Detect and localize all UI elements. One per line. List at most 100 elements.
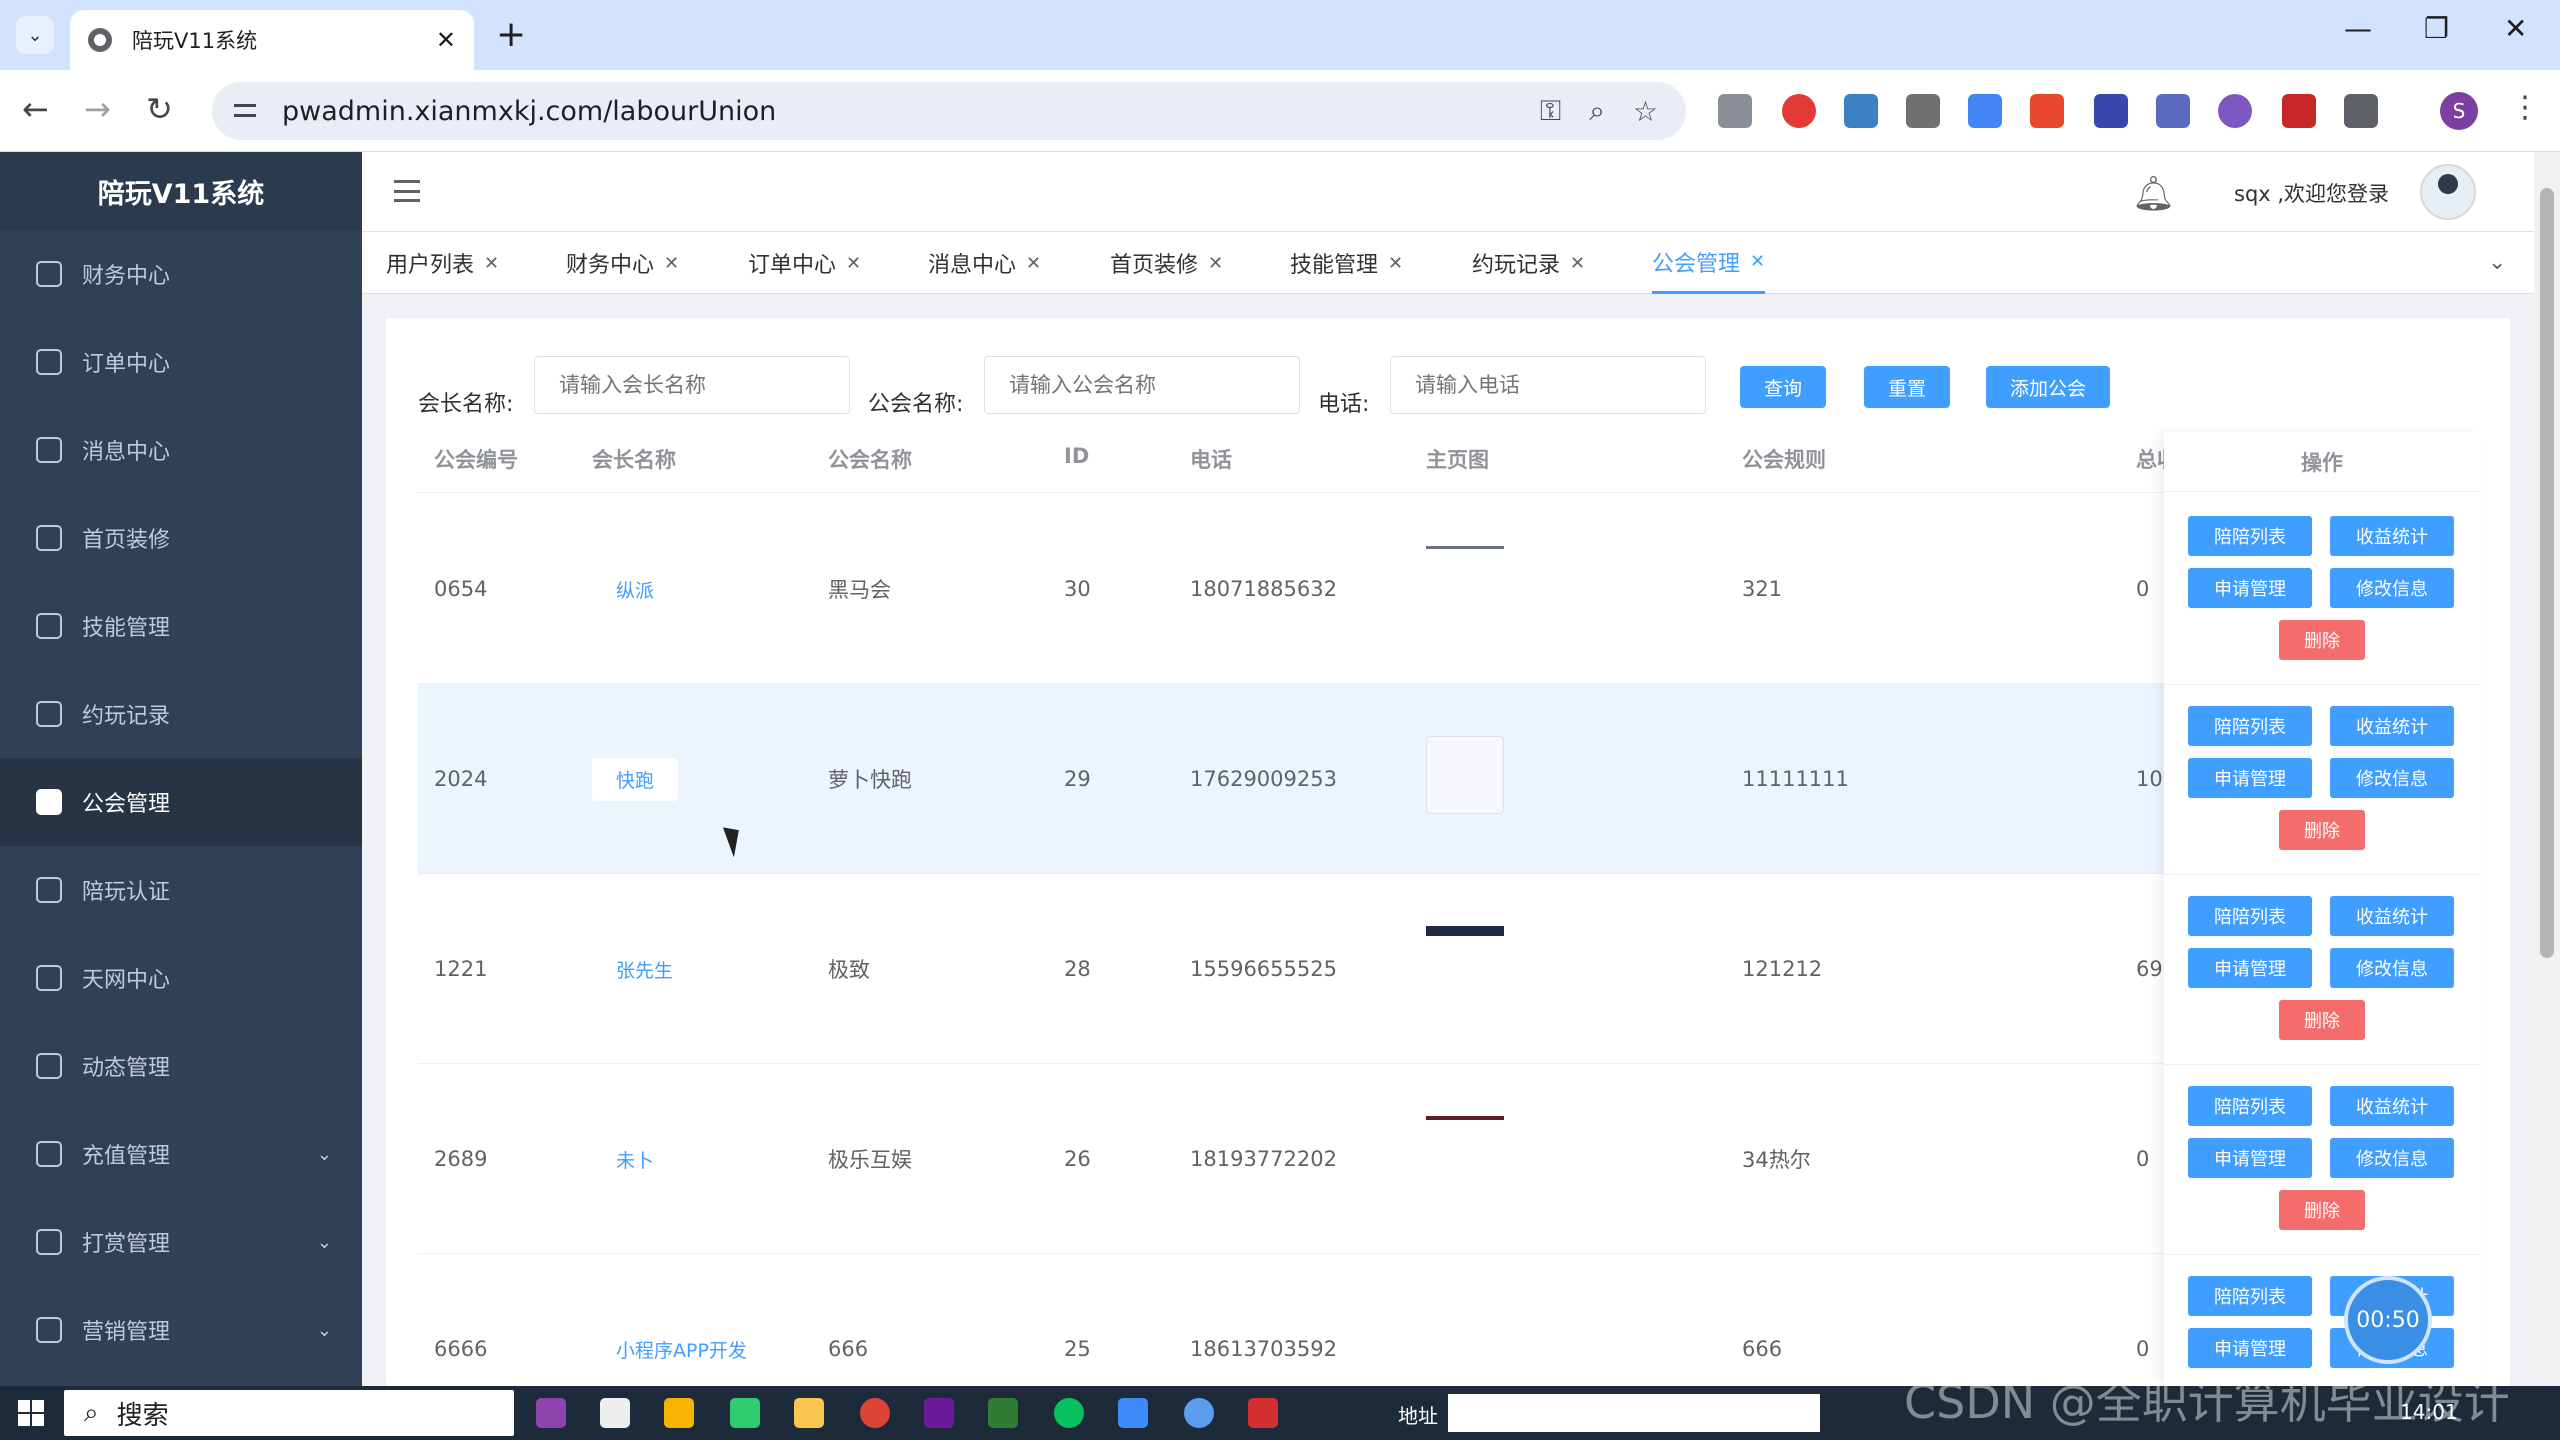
notes-app-icon[interactable] bbox=[988, 1398, 1018, 1428]
homepage-image[interactable] bbox=[1426, 546, 1504, 549]
puzzle-extension-icon[interactable] bbox=[1844, 94, 1878, 128]
explorer-app-icon[interactable] bbox=[794, 1398, 824, 1428]
scrollbar-thumb[interactable] bbox=[2540, 188, 2554, 958]
sidebar-item-messages[interactable]: 消息中心 bbox=[0, 406, 362, 494]
tab-finance[interactable]: 财务中心 ✕ bbox=[566, 232, 679, 294]
network-app-icon[interactable] bbox=[1184, 1398, 1214, 1428]
reset-button[interactable]: 重置 bbox=[1864, 366, 1950, 408]
star-icon[interactable]: ☆ bbox=[1633, 95, 1658, 128]
sidebar-item-moments[interactable]: 动态管理 bbox=[0, 1022, 362, 1110]
cell-leader-link[interactable]: 纵派 bbox=[616, 494, 654, 684]
sidebar-item-marketing[interactable]: 营销管理 ⌄ bbox=[0, 1286, 362, 1374]
table-row[interactable]: 0654 纵派 黑马会 30 18071885632 321 0 bbox=[418, 494, 2164, 684]
new-tab-button[interactable]: + bbox=[496, 14, 526, 55]
close-icon[interactable]: ✕ bbox=[846, 253, 861, 274]
ide-app-icon[interactable] bbox=[924, 1398, 954, 1428]
homepage-image[interactable] bbox=[1426, 1116, 1504, 1120]
tab-appointments[interactable]: 约玩记录 ✕ bbox=[1472, 232, 1585, 294]
homepage-image[interactable] bbox=[1426, 736, 1504, 814]
tag-extension-icon[interactable] bbox=[2030, 94, 2064, 128]
companion-list-button[interactable]: 陪陪列表 bbox=[2188, 516, 2312, 556]
address-bar[interactable]: pwadmin.xianmxkj.com/labourUnion ⚿ ⌕ ☆ bbox=[212, 82, 1686, 140]
sidebar-item-orders[interactable]: 订单中心 bbox=[0, 318, 362, 406]
user-avatar[interactable] bbox=[2420, 164, 2476, 220]
wps-app-icon[interactable] bbox=[1248, 1398, 1278, 1428]
window-close-icon[interactable]: ✕ bbox=[2504, 12, 2527, 45]
tab-home-decor[interactable]: 首页装修 ✕ bbox=[1110, 232, 1223, 294]
revenue-stats-button[interactable]: 收益统计 bbox=[2330, 706, 2454, 746]
tab-skills[interactable]: 技能管理 ✕ bbox=[1290, 232, 1403, 294]
delete-button[interactable]: 删除 bbox=[2279, 620, 2365, 660]
bell-icon[interactable]: 🔔︎ bbox=[2132, 174, 2175, 214]
table-row[interactable]: 2024 快跑 萝卜快跑 29 17629009253 11111111 107 bbox=[418, 684, 2164, 874]
site-info-icon[interactable] bbox=[230, 96, 260, 126]
forward-icon[interactable]: → bbox=[84, 90, 111, 128]
revenue-stats-button[interactable]: 收益统计 bbox=[2330, 516, 2454, 556]
wechat-app-icon[interactable] bbox=[1054, 1398, 1084, 1428]
back-icon[interactable]: ← bbox=[22, 90, 49, 128]
close-icon[interactable]: ✕ bbox=[1026, 253, 1041, 274]
restore-icon[interactable]: ❐ bbox=[2424, 12, 2449, 45]
tab-guilds[interactable]: 公会管理 ✕ bbox=[1652, 232, 1766, 294]
page-scrollbar[interactable] bbox=[2534, 152, 2560, 1386]
sidebar-item-finance[interactable]: 财务中心 bbox=[0, 230, 362, 318]
notification-extension-icon[interactable] bbox=[2094, 94, 2128, 128]
cell-leader-link[interactable]: 小程序APP开发 bbox=[616, 1254, 747, 1386]
menu-toggle-icon[interactable] bbox=[394, 180, 420, 202]
camera-extension-icon[interactable] bbox=[1718, 94, 1752, 128]
delete-button[interactable]: 删除 bbox=[2279, 1190, 2365, 1230]
folder-app-icon[interactable] bbox=[664, 1398, 694, 1428]
browser-tab-active[interactable]: 陪玩V11系统 ✕ bbox=[70, 10, 474, 70]
close-icon[interactable]: ✕ bbox=[1208, 253, 1223, 274]
tab-user-list[interactable]: 用户列表 ✕ bbox=[386, 232, 499, 294]
sidebar-item-guilds[interactable]: 公会管理 bbox=[0, 758, 362, 846]
add-union-button[interactable]: 添加公会 bbox=[1986, 366, 2110, 408]
apply-manage-button[interactable]: 申请管理 bbox=[2188, 568, 2312, 608]
apply-manage-button[interactable]: 申请管理 bbox=[2188, 758, 2312, 798]
x-extension-icon[interactable] bbox=[2218, 94, 2252, 128]
companion-list-button[interactable]: 陪陪列表 bbox=[2188, 896, 2312, 936]
pdf-extension-icon[interactable] bbox=[2282, 94, 2316, 128]
settings-app-icon[interactable] bbox=[600, 1398, 630, 1428]
close-icon[interactable]: ✕ bbox=[664, 253, 679, 274]
sidebar-item-appointments[interactable]: 约玩记录 bbox=[0, 670, 362, 758]
profile-avatar[interactable]: S bbox=[2440, 92, 2478, 130]
table-row[interactable]: 6666 小程序APP开发 666 25 18613703592 666 0 bbox=[418, 1254, 2164, 1386]
companion-list-button[interactable]: 陪陪列表 bbox=[2188, 706, 2312, 746]
companion-list-button[interactable]: 陪陪列表 bbox=[2188, 1086, 2312, 1126]
search-app-icon[interactable] bbox=[1118, 1398, 1148, 1428]
minimize-icon[interactable]: — bbox=[2344, 12, 2372, 45]
leader-name-input[interactable] bbox=[534, 356, 850, 414]
phone-input[interactable] bbox=[1390, 356, 1706, 414]
apply-manage-button[interactable]: 申请管理 bbox=[2188, 1138, 2312, 1178]
sidebar-item-recharge[interactable]: 充值管理 ⌄ bbox=[0, 1110, 362, 1198]
edit-info-button[interactable]: 修改信息 bbox=[2330, 948, 2454, 988]
edit-info-button[interactable]: 修改信息 bbox=[2330, 1138, 2454, 1178]
cell-leader-link[interactable]: 张先生 bbox=[616, 874, 673, 1064]
apply-manage-button[interactable]: 申请管理 bbox=[2188, 1328, 2312, 1368]
app-icon[interactable] bbox=[536, 1398, 566, 1428]
search-extension-icon[interactable] bbox=[2156, 94, 2190, 128]
delete-button[interactable]: 删除 bbox=[2279, 1000, 2365, 1040]
close-icon[interactable]: ✕ bbox=[1570, 253, 1585, 274]
sidebar-item-home-decor[interactable]: 首页装修 bbox=[0, 494, 362, 582]
revenue-stats-button[interactable]: 收益统计 bbox=[2330, 896, 2454, 936]
translate-extension-icon[interactable] bbox=[1968, 94, 2002, 128]
tab-search-button[interactable]: ⌄ bbox=[16, 16, 54, 54]
shield-extension-icon[interactable] bbox=[1782, 94, 1816, 128]
chrome-app-icon[interactable] bbox=[860, 1398, 890, 1428]
revenue-stats-button[interactable]: 收益统计 bbox=[2330, 1086, 2454, 1126]
cell-leader-link[interactable]: 未卜 bbox=[616, 1064, 654, 1254]
companion-list-button[interactable]: 陪陪列表 bbox=[2188, 1276, 2312, 1316]
zoom-icon[interactable]: ⌕ bbox=[1589, 94, 1605, 128]
sidebar-item-skynet[interactable]: 天网中心 bbox=[0, 934, 362, 1022]
url-text[interactable]: pwadmin.xianmxkj.com/labourUnion bbox=[282, 96, 1540, 127]
delete-button[interactable]: 删除 bbox=[2279, 810, 2365, 850]
cell-leader-link[interactable]: 快跑 bbox=[592, 757, 679, 801]
browser-menu-icon[interactable]: ⋮ bbox=[2510, 90, 2540, 125]
recording-timer[interactable]: 00:50 bbox=[2344, 1276, 2432, 1364]
key-icon[interactable]: ⚿ bbox=[1540, 94, 1561, 128]
taskbar-address-input[interactable] bbox=[1448, 1394, 1820, 1432]
tab-orders[interactable]: 订单中心 ✕ bbox=[748, 232, 861, 294]
tab-messages[interactable]: 消息中心 ✕ bbox=[928, 232, 1041, 294]
